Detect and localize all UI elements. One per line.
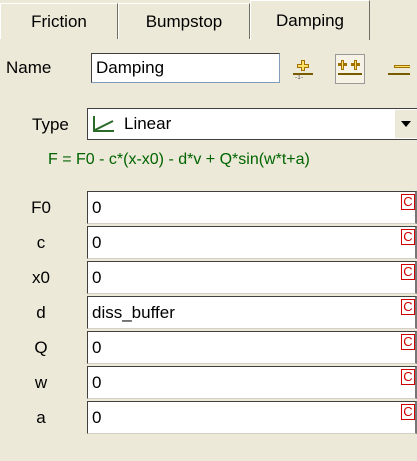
param-label: F0: [31, 198, 51, 217]
constant-marker[interactable]: C: [401, 299, 415, 315]
param-row-d: d C: [0, 296, 417, 329]
tab-friction-label: Friction: [31, 11, 87, 31]
param-label: d: [36, 303, 46, 322]
constant-marker[interactable]: C: [401, 264, 415, 280]
constant-marker[interactable]: C: [401, 334, 415, 350]
param-row-x0: x0 C: [0, 261, 417, 294]
dropdown-arrow-icon: [401, 121, 411, 127]
constant-marker[interactable]: C: [401, 194, 415, 210]
param-a-input[interactable]: [87, 401, 417, 434]
name-input[interactable]: [91, 53, 280, 83]
param-label: w: [34, 373, 48, 392]
param-f0-input[interactable]: [87, 191, 417, 224]
param-row-a: a C: [0, 401, 417, 434]
tab-bumpstop[interactable]: Bumpstop: [118, 3, 250, 39]
type-label: Type: [32, 115, 69, 134]
type-value: Linear: [124, 114, 172, 133]
param-q-input[interactable]: [87, 331, 417, 364]
param-row-c: c C: [0, 226, 417, 259]
param-d-input[interactable]: [87, 296, 417, 329]
param-label: Q: [34, 338, 48, 357]
tab-friction[interactable]: Friction: [0, 3, 118, 39]
type-select[interactable]: Linear: [87, 108, 417, 140]
param-row-q: Q C: [0, 331, 417, 364]
add-item-icon: -1-: [293, 60, 313, 81]
param-label: x0: [32, 268, 50, 287]
svg-text:-1-: -1-: [295, 74, 303, 81]
copy-item-button[interactable]: [335, 54, 365, 84]
param-c-input[interactable]: [87, 226, 417, 259]
type-dropdown-button[interactable]: [394, 110, 417, 138]
param-label: c: [36, 233, 46, 252]
remove-item-button[interactable]: [386, 54, 417, 84]
param-x0-input[interactable]: [87, 261, 417, 294]
formula-text: F = F0 - c*(x-x0) - d*v + Q*sin(w*t+a): [48, 151, 310, 168]
tab-damping[interactable]: Damping: [250, 0, 370, 40]
constant-marker[interactable]: C: [401, 229, 415, 245]
name-label: Name: [6, 58, 52, 77]
constant-marker[interactable]: C: [401, 369, 415, 385]
tab-bar: Friction Bumpstop Damping: [0, 0, 417, 40]
tab-damping-label: Damping: [275, 10, 345, 30]
linear-graph-icon: [93, 116, 114, 132]
param-row-w: w C: [0, 366, 417, 399]
tab-bumpstop-label: Bumpstop: [145, 11, 223, 31]
param-row-f0: F0 C: [0, 191, 417, 224]
param-w-input[interactable]: [87, 366, 417, 399]
remove-item-icon: [388, 65, 410, 75]
constant-marker[interactable]: C: [401, 404, 415, 420]
copy-item-icon: [338, 60, 362, 75]
param-label: a: [36, 408, 46, 427]
add-item-button[interactable]: -1-: [288, 54, 318, 84]
